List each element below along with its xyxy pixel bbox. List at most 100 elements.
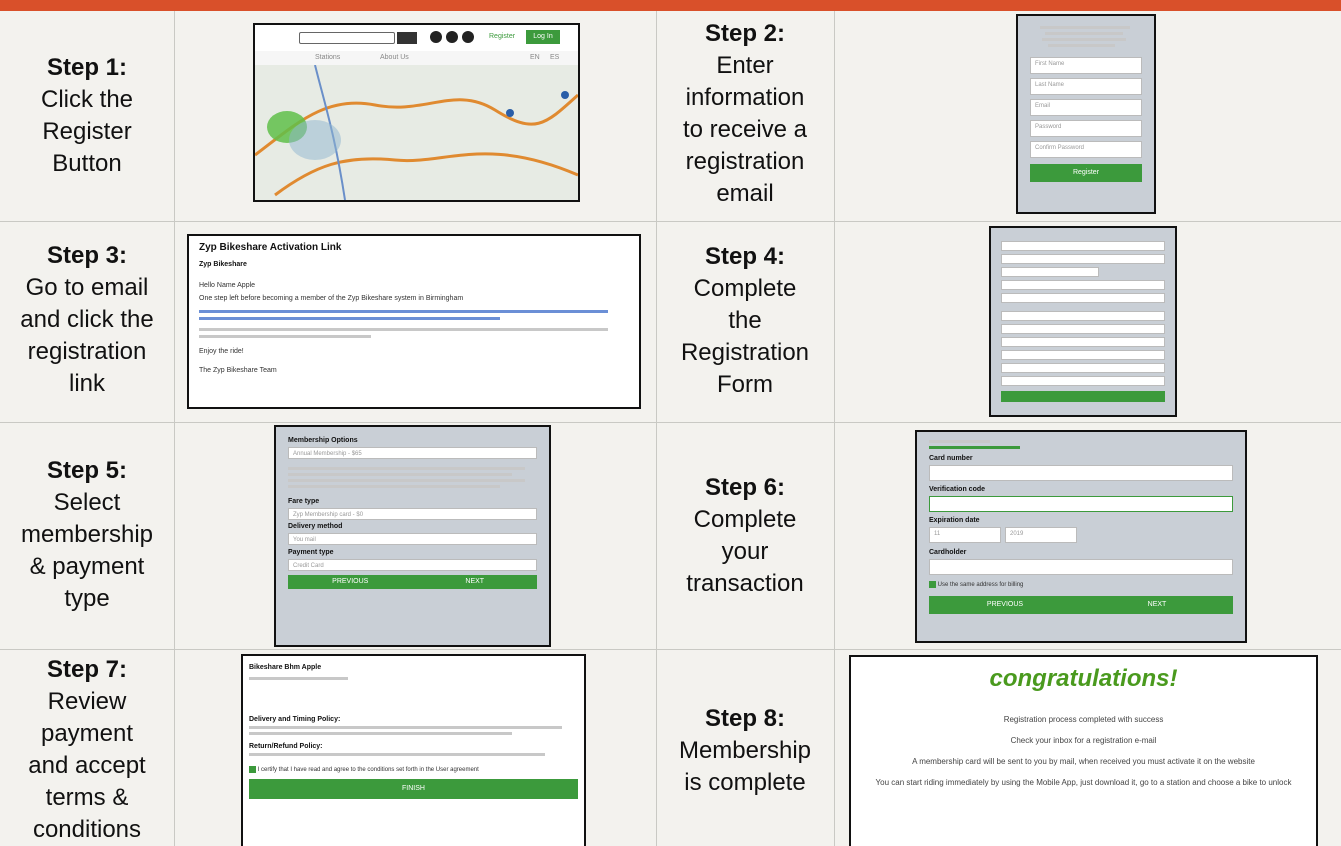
delivery-select[interactable]: You mail	[288, 533, 537, 545]
search-input[interactable]	[299, 32, 395, 44]
next-button[interactable]: NEXT	[412, 575, 537, 589]
divider	[834, 11, 835, 846]
search-button[interactable]	[397, 32, 417, 44]
congrats-line: Registration process completed with succ…	[1003, 715, 1164, 724]
step-desc-line: email	[716, 180, 774, 207]
policy-text	[249, 753, 546, 756]
form-field[interactable]	[1001, 254, 1165, 264]
map[interactable]	[255, 65, 578, 200]
step-desc-line: Complete	[693, 275, 797, 302]
email-greeting: Hello Name Apple	[199, 282, 256, 289]
form-field[interactable]	[1001, 241, 1165, 251]
congrats-line: You can start riding immediately by usin…	[875, 778, 1292, 787]
card-number-input[interactable]	[929, 465, 1233, 481]
register-link[interactable]: Register	[489, 33, 515, 40]
fare-type-select[interactable]: Zyp Membership card - $0	[288, 508, 537, 520]
form-field[interactable]	[1001, 376, 1165, 386]
password-field[interactable]: Password	[1030, 120, 1142, 137]
last-name-field[interactable]: Last Name	[1030, 78, 1142, 95]
previous-button[interactable]: PREVIOUS	[288, 575, 413, 589]
form-field[interactable]	[1001, 324, 1165, 334]
checkbox-icon[interactable]	[249, 766, 256, 773]
expiration-row: 11 2019	[929, 524, 1233, 546]
screenshot-membership-payment: Membership Options Annual Membership - $…	[274, 425, 551, 647]
field-label: Fare type	[288, 498, 320, 505]
next-button[interactable]: NEXT	[1081, 596, 1233, 615]
billing-checkbox[interactable]: Use the same address for billing	[929, 581, 1233, 588]
previous-button[interactable]: PREVIOUS	[929, 596, 1081, 615]
step-desc-line: Membership	[678, 737, 812, 764]
screenshot-registration-form: First Name Last Name Email Password Conf…	[1016, 14, 1156, 214]
field-label: Membership Options	[288, 437, 358, 444]
social-icon[interactable]	[430, 31, 442, 43]
nav-bar: Stations About Us EN ES	[255, 51, 578, 65]
next-button[interactable]	[1001, 391, 1165, 402]
social-icon[interactable]	[446, 31, 458, 43]
step-desc-line: conditions	[32, 816, 142, 843]
form-field[interactable]	[1001, 267, 1100, 277]
checkbox-icon[interactable]	[929, 581, 936, 588]
form-field[interactable]	[1001, 280, 1165, 290]
terms-checkbox-label: I certify that I have read and agree to …	[257, 767, 479, 774]
step-desc-line: Button	[52, 150, 122, 177]
step-desc-line: link	[68, 370, 105, 397]
screenshot-review-terms: Bikeshare Bhm Apple Delivery and Timing …	[241, 654, 586, 846]
membership-select[interactable]: Annual Membership - $65	[288, 447, 537, 459]
billing-checkbox-label: Use the same address for billing	[937, 582, 1024, 589]
step-desc-line: terms &	[45, 784, 129, 811]
confirm-password-field[interactable]: Confirm Password	[1030, 141, 1142, 158]
policy-heading: Delivery and Timing Policy:	[249, 716, 341, 723]
first-name-field[interactable]: First Name	[1030, 57, 1142, 74]
field-label: Payment type	[288, 549, 334, 556]
nav-tab[interactable]: About Us	[380, 54, 409, 61]
policy-text	[249, 726, 562, 729]
step-desc-line: Registration	[680, 339, 810, 366]
step-6-text: Step 6: Complete your transaction	[656, 472, 834, 600]
lang-es[interactable]: ES	[550, 54, 559, 61]
step-desc-line: your	[721, 538, 769, 565]
form-field[interactable]	[1001, 311, 1165, 321]
form-field[interactable]	[1001, 350, 1165, 360]
divider	[0, 649, 1341, 650]
register-button[interactable]: Register	[1030, 164, 1142, 182]
step-desc-line: Enter	[716, 52, 774, 79]
screenshot-register-page: Register Log In Stations About Us EN ES	[253, 23, 580, 202]
step-desc-line: to receive a	[682, 116, 808, 143]
finish-button[interactable]: FINISH	[249, 779, 578, 800]
expiration-month-select[interactable]: 11	[929, 527, 1001, 543]
step-desc-line: transaction	[686, 570, 804, 597]
step-desc-line: Complete	[693, 506, 797, 533]
email-body: One step left before becoming a member o…	[199, 295, 464, 302]
terms-checkbox[interactable]: I certify that I have read and agree to …	[249, 766, 578, 773]
payment-type-select[interactable]: Credit Card	[288, 559, 537, 571]
form-field[interactable]	[1001, 337, 1165, 347]
step-title: Step 4:	[704, 243, 785, 270]
registration-link[interactable]	[199, 310, 608, 313]
email-text	[199, 328, 608, 331]
policy-heading: Return/Refund Policy:	[249, 743, 323, 750]
cardholder-input[interactable]	[929, 559, 1233, 575]
field-label: Cardholder	[929, 549, 967, 556]
section-title	[929, 446, 1021, 449]
header-accent-bar	[0, 0, 1341, 11]
screenshot-registration-details	[989, 226, 1177, 417]
step-desc-line: payment	[40, 720, 134, 747]
social-icon[interactable]	[462, 31, 474, 43]
nav-tab[interactable]: Stations	[315, 54, 340, 61]
step-desc-line: and click the	[20, 306, 154, 333]
registration-link[interactable]	[199, 317, 500, 320]
form-field[interactable]	[1001, 293, 1165, 303]
divider	[0, 422, 1341, 423]
congrats-line: Check your inbox for a registration e-ma…	[1010, 736, 1157, 745]
instruction-text	[1045, 32, 1124, 35]
expiration-year-select[interactable]: 2019	[1005, 527, 1077, 543]
instruction-text	[1040, 26, 1130, 29]
email-field[interactable]: Email	[1030, 99, 1142, 116]
login-button[interactable]: Log In	[526, 30, 560, 44]
screenshot-transaction: Card number Verification code Expiration…	[915, 430, 1247, 643]
verification-code-input[interactable]	[929, 496, 1233, 512]
step-title: Step 3:	[46, 242, 127, 269]
form-field[interactable]	[1001, 363, 1165, 373]
lang-en[interactable]: EN	[530, 54, 540, 61]
step-desc-line: type	[64, 585, 110, 612]
